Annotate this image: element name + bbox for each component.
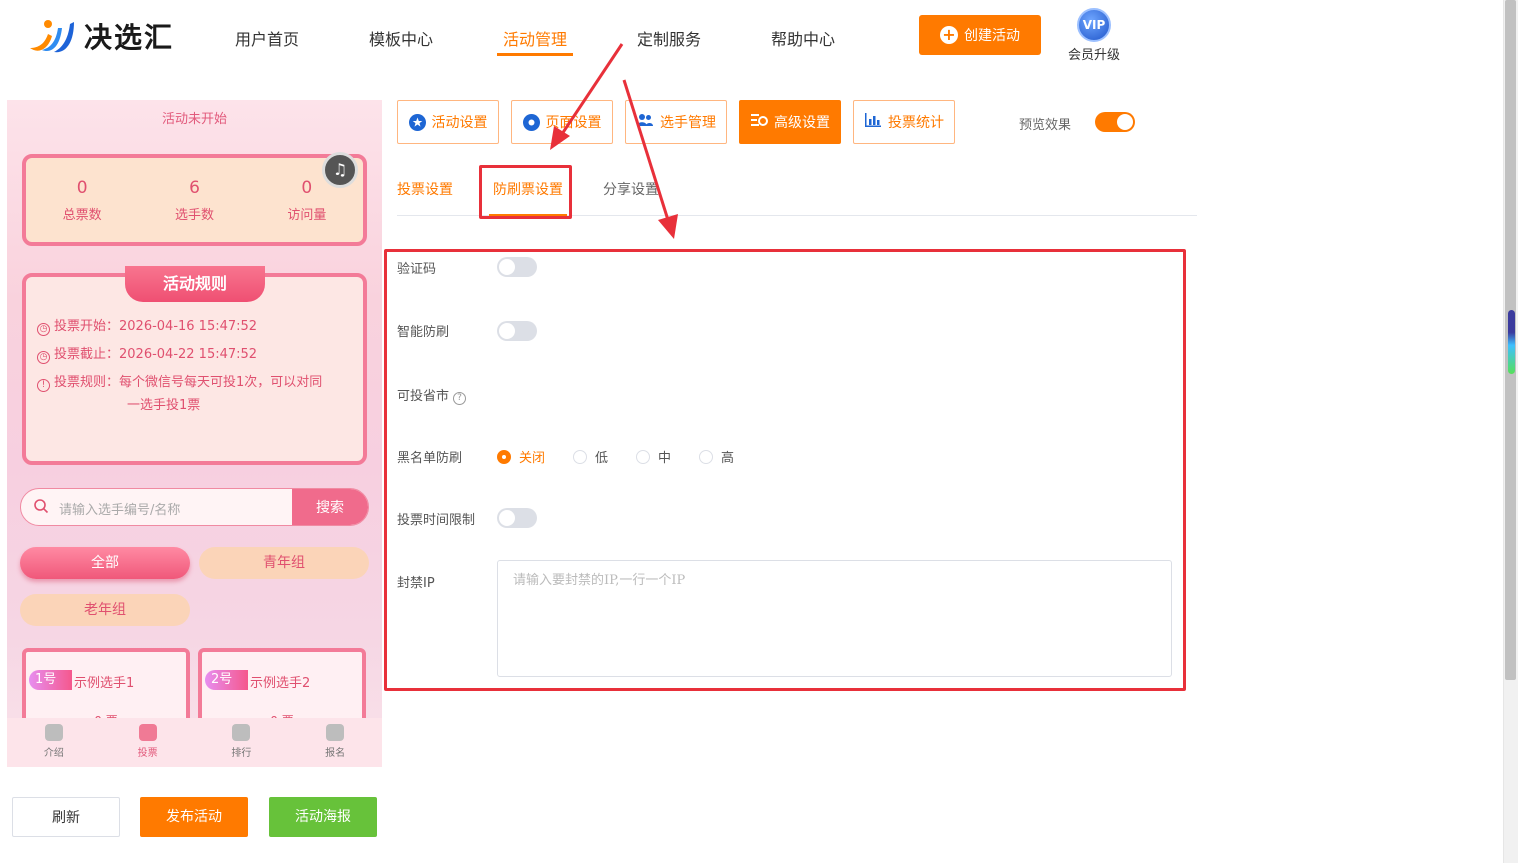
contestant-search[interactable]: 请输入选手编号/名称 搜索 (20, 488, 369, 526)
plus-icon: + (940, 26, 958, 44)
search-input[interactable]: 请输入选手编号/名称 (59, 499, 180, 518)
mobile-tabbar: 介绍 投票 排行 报名 (7, 718, 382, 767)
tab-advanced-settings[interactable]: 高级设置 (739, 100, 841, 144)
subtab-vote-settings[interactable]: 投票设置 (397, 179, 453, 199)
annotation-box-form (384, 249, 1186, 691)
settings-sliders-icon (750, 112, 768, 132)
rule-text: ! 投票规则：每个微信号每天可投1次，可以对同 一选手投1票 (37, 371, 322, 417)
nav-templates[interactable]: 模板中心 (369, 26, 433, 50)
contestant-name: 示例选手2 (250, 676, 311, 691)
preview-effect-label: 预览效果 (1019, 118, 1072, 133)
group-all[interactable]: 全部 (20, 547, 190, 579)
vip-badge-icon: VIP (1077, 8, 1111, 42)
vip-upgrade[interactable]: VIP 会员升级 (1064, 8, 1124, 64)
vote-icon (138, 724, 157, 741)
rule-end: ◷ 投票截止：2026-04-22 15:47:52 (37, 343, 257, 366)
contestant-number: 2号 (205, 670, 249, 690)
create-activity-button[interactable]: + 创建活动 (919, 15, 1041, 55)
tab-activity-settings[interactable]: 活动设置 (397, 100, 499, 144)
activity-status: 活动未开始 (161, 112, 227, 127)
activity-poster-button[interactable]: 活动海报 (269, 797, 377, 837)
search-button[interactable]: 搜索 (292, 489, 368, 525)
tab-ranking[interactable]: 排行 (195, 718, 289, 767)
gear-icon (522, 113, 540, 131)
contestant-number: 1号 (29, 670, 73, 690)
rules-title: 活动规则 (125, 266, 265, 302)
group-youth[interactable]: 青年组 (199, 547, 369, 579)
info-icon: ! (37, 379, 50, 392)
tab-vote-statistics[interactable]: 投票统计 (853, 100, 955, 144)
group-senior[interactable]: 老年组 (20, 594, 190, 626)
brand-logo[interactable]: 决选汇 (26, 14, 186, 58)
clock-icon: ◷ (37, 351, 50, 364)
rule-start: ◷ 投票开始：2026-04-16 15:47:52 (37, 315, 257, 338)
tab-intro[interactable]: 介绍 (7, 718, 101, 767)
brand-name: 决选汇 (84, 21, 175, 54)
contestant-card[interactable]: 2号 示例选手2 0 票 (198, 648, 366, 728)
nav-help-center[interactable]: 帮助中心 (771, 26, 835, 50)
stat-contestants: 6 选手数 (174, 177, 214, 223)
ranking-icon (232, 724, 251, 741)
clock-icon: ◷ (37, 323, 50, 336)
logo-mark-icon (26, 14, 78, 58)
publish-activity-button[interactable]: 发布活动 (140, 797, 248, 837)
create-activity-label: 创建活动 (964, 28, 1020, 44)
refresh-button[interactable]: 刷新 (12, 797, 120, 837)
mobile-preview: 活动未开始 0 总票数 6 选手数 0 访问量 ♫ 活动规则 ◷ 投票开始：202… (7, 100, 382, 767)
side-indicator (1508, 310, 1515, 374)
music-icon[interactable]: ♫ (322, 152, 358, 188)
intro-icon (44, 724, 63, 741)
annotation-arrows (550, 43, 678, 239)
stats-panel: 0 总票数 6 选手数 0 访问量 (22, 154, 367, 246)
signup-icon (326, 724, 345, 741)
preview-effect-toggle[interactable] (1095, 112, 1135, 132)
nav-home[interactable]: 用户首页 (235, 26, 299, 50)
contestant-card[interactable]: 1号 示例选手1 0 票 (22, 648, 190, 728)
tab-signup[interactable]: 报名 (288, 718, 382, 767)
bar-chart-icon (864, 112, 882, 132)
tab-vote[interactable]: 投票 (101, 718, 195, 767)
contestant-name: 示例选手1 (74, 676, 135, 691)
toggle-knob (1117, 114, 1133, 130)
search-icon (34, 499, 49, 514)
stat-total-votes: 0 总票数 (62, 177, 102, 223)
stat-visits: 0 访问量 (287, 177, 327, 223)
star-icon (408, 113, 426, 131)
vip-upgrade-label: 会员升级 (1067, 48, 1120, 63)
